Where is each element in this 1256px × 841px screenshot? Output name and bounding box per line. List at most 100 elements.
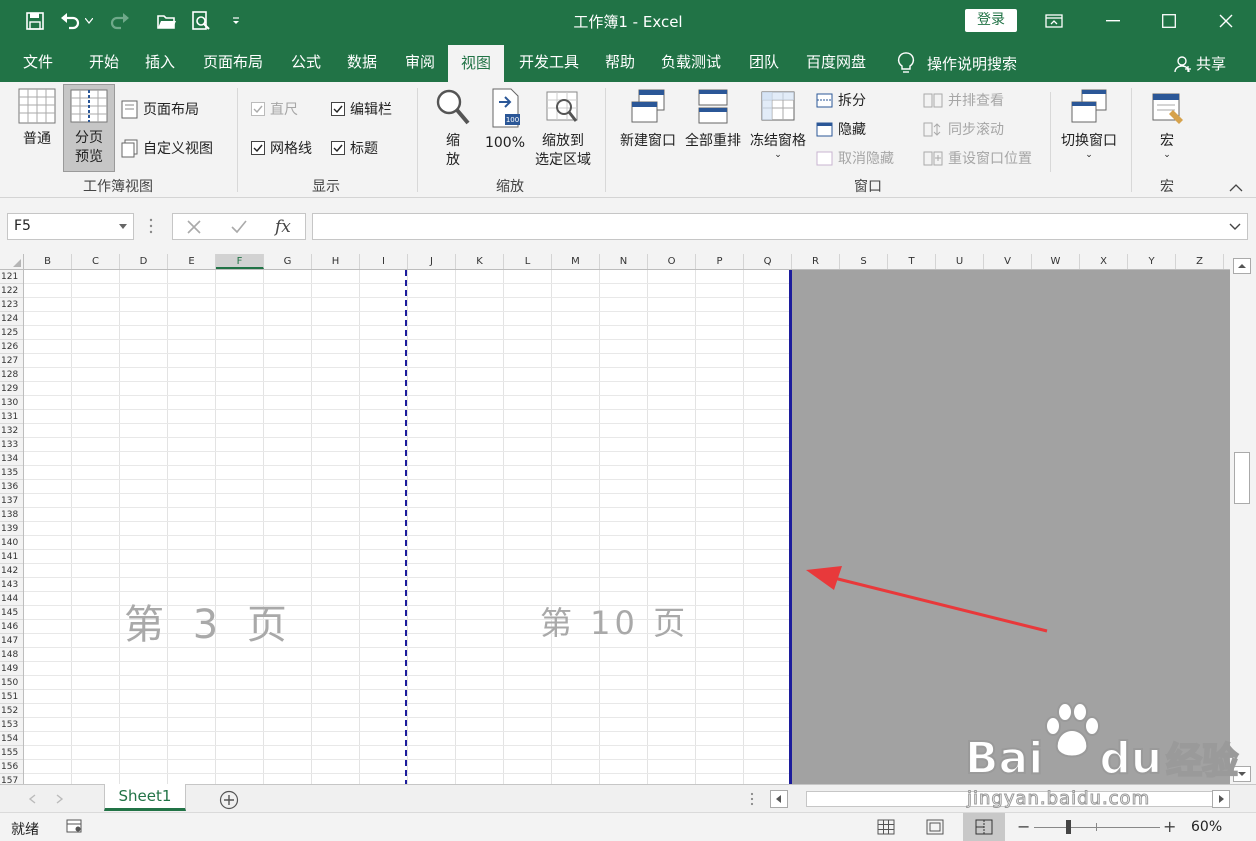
row-header[interactable]: 133	[0, 438, 23, 452]
page-break-preview-status-button[interactable]	[963, 813, 1005, 841]
macro-recording-icon[interactable]	[66, 819, 82, 833]
manual-page-break-line[interactable]	[789, 270, 792, 784]
row-header[interactable]: 154	[0, 732, 23, 746]
switch-windows-button[interactable]: 切换窗口 ⌄	[1056, 88, 1122, 160]
column-header-b[interactable]: B	[24, 254, 72, 269]
insert-function-icon[interactable]: fx	[275, 217, 291, 237]
row-header[interactable]: 145	[0, 606, 23, 620]
close-icon[interactable]	[1206, 6, 1246, 36]
column-header-v[interactable]: V	[984, 254, 1032, 269]
login-button[interactable]: 登录	[965, 9, 1017, 32]
scroll-down-icon[interactable]	[1233, 766, 1251, 782]
name-box[interactable]: F5	[7, 213, 134, 240]
column-header-n[interactable]: N	[600, 254, 648, 269]
row-header[interactable]: 138	[0, 508, 23, 522]
column-header-f[interactable]: F	[216, 254, 264, 269]
tab-load-test[interactable]: 负载测试	[656, 50, 726, 82]
row-header[interactable]: 127	[0, 354, 23, 368]
vertical-scrollbar[interactable]	[1230, 254, 1256, 784]
column-header-y[interactable]: Y	[1128, 254, 1176, 269]
ribbon-display-options-icon[interactable]	[1034, 6, 1074, 36]
zoom-to-selection-button[interactable]: 缩放到 选定区域	[530, 88, 596, 170]
reset-window-position-button[interactable]: 重设窗口位置	[923, 148, 1032, 168]
row-header[interactable]: 134	[0, 452, 23, 466]
automatic-page-break-line[interactable]	[405, 270, 407, 784]
column-header-d[interactable]: D	[120, 254, 168, 269]
row-header[interactable]: 132	[0, 424, 23, 438]
custom-views-button[interactable]: 自定义视图	[121, 138, 213, 158]
tab-help[interactable]: 帮助	[598, 50, 642, 82]
ruler-checkbox[interactable]: 直尺	[251, 99, 298, 119]
column-header-e[interactable]: E	[168, 254, 216, 269]
tab-split-grip-icon[interactable]	[750, 792, 754, 806]
normal-view-status-icon[interactable]	[877, 819, 895, 835]
zoom-out-icon[interactable]: −	[1017, 817, 1030, 836]
sheet-tab-sheet1[interactable]: Sheet1	[104, 784, 186, 811]
zoom-100-button[interactable]: 100 100%	[482, 88, 528, 153]
row-header[interactable]: 151	[0, 690, 23, 704]
scroll-right-icon[interactable]	[1212, 790, 1230, 808]
split-button[interactable]: 拆分	[816, 90, 866, 110]
row-header[interactable]: 147	[0, 634, 23, 648]
zoom-in-icon[interactable]: +	[1163, 817, 1176, 836]
scroll-up-icon[interactable]	[1233, 258, 1251, 274]
page-layout-view-button[interactable]: 页面布局	[121, 99, 199, 119]
column-header-j[interactable]: J	[408, 254, 456, 269]
row-header[interactable]: 142	[0, 564, 23, 578]
column-header-t[interactable]: T	[888, 254, 936, 269]
macros-button[interactable]: 宏 ⌄	[1142, 88, 1192, 160]
row-header[interactable]: 157	[0, 774, 23, 784]
gridlines-checkbox[interactable]: 网格线	[251, 138, 312, 158]
row-header[interactable]: 139	[0, 522, 23, 536]
row-header[interactable]: 150	[0, 676, 23, 690]
row-header[interactable]: 126	[0, 340, 23, 354]
tab-data[interactable]: 数据	[340, 50, 384, 82]
column-header-w[interactable]: W	[1032, 254, 1080, 269]
page-layout-status-icon[interactable]	[926, 819, 944, 835]
page-break-preview-button[interactable]: 分页 预览	[63, 84, 115, 172]
zoom-slider[interactable]	[1034, 820, 1160, 834]
freeze-panes-button[interactable]: 冻结窗格 ⌄	[746, 88, 810, 160]
worksheet-grid[interactable]: 第 3 页 第 10 页	[24, 270, 1230, 784]
row-header[interactable]: 149	[0, 662, 23, 676]
cancel-icon[interactable]	[187, 220, 201, 234]
column-header-u[interactable]: U	[936, 254, 984, 269]
enter-icon[interactable]	[231, 220, 247, 234]
column-header-o[interactable]: O	[648, 254, 696, 269]
new-sheet-icon[interactable]	[219, 790, 239, 810]
vertical-scroll-thumb[interactable]	[1234, 452, 1250, 504]
row-header[interactable]: 125	[0, 326, 23, 340]
new-window-button[interactable]: 新建窗口	[614, 88, 682, 151]
row-header[interactable]: 123	[0, 298, 23, 312]
maximize-icon[interactable]	[1149, 6, 1189, 36]
formula-bar-checkbox[interactable]: 编辑栏	[331, 99, 392, 119]
normal-view-button[interactable]: 普通	[12, 88, 62, 149]
row-header[interactable]: 131	[0, 410, 23, 424]
row-header[interactable]: 156	[0, 760, 23, 774]
expand-formula-bar-icon[interactable]	[1229, 223, 1241, 231]
collapse-ribbon-icon[interactable]	[1229, 181, 1243, 196]
row-header[interactable]: 141	[0, 550, 23, 564]
tab-file[interactable]: 文件	[16, 50, 60, 82]
column-header-r[interactable]: R	[792, 254, 840, 269]
column-header-q[interactable]: Q	[744, 254, 792, 269]
column-header-z[interactable]: Z	[1176, 254, 1224, 269]
row-header[interactable]: 135	[0, 466, 23, 480]
row-header[interactable]: 153	[0, 718, 23, 732]
row-header[interactable]: 143	[0, 578, 23, 592]
row-header[interactable]: 148	[0, 648, 23, 662]
select-all-corner[interactable]	[0, 254, 24, 269]
share-button[interactable]: 共享	[1174, 53, 1226, 74]
row-header[interactable]: 140	[0, 536, 23, 550]
column-header-c[interactable]: C	[72, 254, 120, 269]
row-header[interactable]: 144	[0, 592, 23, 606]
tell-me-search[interactable]: 操作说明搜索	[897, 52, 1017, 74]
formula-input[interactable]	[312, 213, 1248, 240]
next-sheet-icon[interactable]	[56, 794, 64, 804]
tab-home[interactable]: 开始	[82, 50, 126, 82]
row-header[interactable]: 129	[0, 382, 23, 396]
row-header[interactable]: 124	[0, 312, 23, 326]
tab-insert[interactable]: 插入	[138, 50, 182, 82]
column-header-g[interactable]: G	[264, 254, 312, 269]
tab-developer[interactable]: 开发工具	[514, 50, 584, 82]
